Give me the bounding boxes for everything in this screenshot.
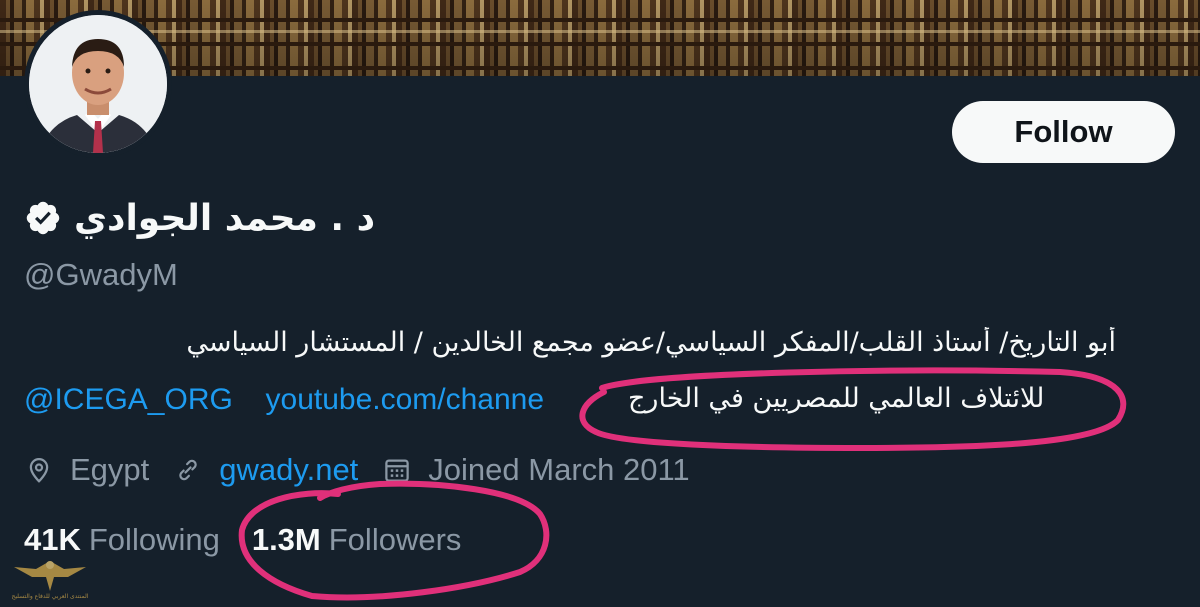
- calendar-icon: [385, 459, 410, 482]
- profile-joined-date: Joined March 2011: [428, 452, 690, 487]
- banner-shelf: [0, 66, 1200, 70]
- follow-button[interactable]: Follow: [952, 101, 1175, 163]
- banner-rail: [0, 30, 1200, 33]
- following-stat[interactable]: 41K Following: [24, 522, 220, 558]
- display-name-row: د . محمد الجوادي: [24, 190, 444, 246]
- profile-meta-row: Egypt gwady.net Joined March 2011: [24, 448, 1124, 492]
- avatar[interactable]: [24, 10, 172, 158]
- annotation-overlay: [238, 367, 1127, 601]
- bio-text-line-2: للائتلاف العالمي للمصريين في الخارج: [628, 383, 1045, 414]
- followers-count: 1.3M: [251, 522, 321, 557]
- bio-youtube-link[interactable]: youtube.com/channe: [266, 383, 545, 416]
- location-pin-icon: [29, 458, 49, 483]
- bio-mention-link[interactable]: @ICEGA_ORG: [24, 383, 233, 416]
- bio-line-2: @ICEGA_ORG youtube.com/channe للائتلاف ا…: [24, 383, 1124, 427]
- watermark-logo: المنتدى العربي للدفاع والتسليح: [6, 555, 94, 605]
- verified-badge-icon: [26, 201, 60, 235]
- watermark-text: المنتدى العربي للدفاع والتسليح: [11, 593, 89, 600]
- display-name: د . محمد الجوادي: [74, 197, 376, 239]
- following-count: 41K: [24, 522, 81, 557]
- profile-handle: @GwadyM: [24, 257, 178, 292]
- profile-location: Egypt: [70, 452, 150, 487]
- following-label: Following: [88, 522, 220, 557]
- banner-shelf: [0, 42, 1200, 46]
- profile-website-link[interactable]: gwady.net: [219, 452, 358, 488]
- link-icon: [179, 459, 197, 481]
- bio-text-line-1: أبو التاريخ/ أستاذ القلب/المفكر السياسي/…: [186, 327, 1116, 358]
- eagle-emblem-icon: [14, 561, 86, 591]
- followers-stat[interactable]: 1.3M Followers: [252, 522, 462, 558]
- avatar-photo: [29, 15, 167, 153]
- profile-banner[interactable]: [0, 0, 1200, 76]
- person-portrait-icon: [29, 15, 167, 153]
- banner-shelf: [0, 18, 1200, 22]
- followers-label: Followers: [328, 522, 462, 557]
